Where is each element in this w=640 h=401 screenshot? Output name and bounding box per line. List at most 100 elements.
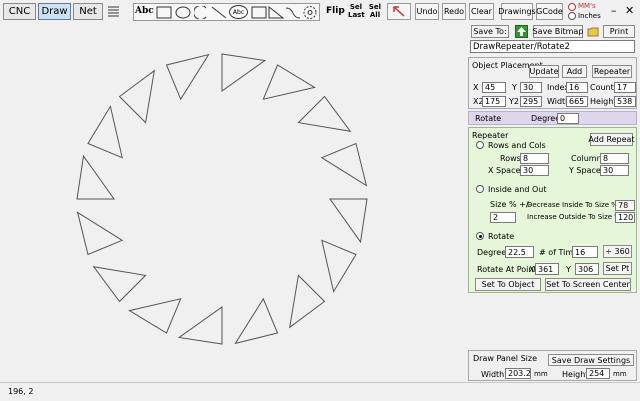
rotate-point-label: Rotate At Point	[477, 265, 537, 274]
y2-label: Y2	[509, 97, 519, 106]
select-last-button[interactable]: Sel Last	[348, 3, 365, 19]
triangle-shape[interactable]	[92, 266, 147, 303]
select-all-button[interactable]: Sel All	[367, 3, 383, 19]
clear-button[interactable]: Clear	[469, 3, 494, 20]
units-mm-radio[interactable]	[568, 3, 576, 11]
triangle-shape[interactable]	[297, 95, 352, 132]
draw-panel-size-group: Draw Panel Size Save Draw Settings Width…	[468, 350, 637, 381]
folder-icon[interactable]	[587, 25, 599, 38]
drawing-canvas[interactable]	[2, 22, 464, 382]
close-button[interactable]: ✕	[625, 4, 634, 17]
units-selector: MM's Inches	[567, 2, 607, 21]
height-field[interactable]: 538	[614, 96, 636, 107]
width-field[interactable]: 665	[566, 96, 588, 107]
repeater-title: Repeater	[472, 131, 509, 140]
count-label: Count	[590, 83, 614, 92]
up-arrow-icon[interactable]	[515, 25, 528, 38]
index-field[interactable]: 16	[566, 82, 588, 93]
divide-360-button[interactable]: ÷ 360	[603, 245, 632, 258]
increase-label: Increase Outside To Size %	[527, 213, 621, 221]
triangle-shape[interactable]	[221, 53, 267, 92]
pointer-tool-button[interactable]	[387, 3, 411, 20]
decrease-label: Decrease Inside To Size %	[527, 201, 618, 209]
panel-width-field[interactable]: 203.2	[505, 368, 531, 379]
triangle-shape[interactable]	[177, 306, 223, 345]
set-point-button[interactable]: Set Pt	[603, 262, 632, 275]
circle-text-tool-icon[interactable]: Abc	[229, 5, 248, 19]
triangle-shape[interactable]	[289, 274, 326, 329]
mode-tab-net[interactable]: Net	[73, 3, 103, 20]
count-field[interactable]: 17	[614, 82, 636, 93]
triangle-shape[interactable]	[118, 69, 155, 124]
times-field[interactable]: 16	[572, 246, 598, 258]
gcode-button[interactable]: GCode	[536, 3, 563, 20]
save-bitmap-button[interactable]: Save Bitmap	[533, 25, 583, 38]
units-inches-label: Inches	[578, 12, 601, 20]
mode-tab-cnc[interactable]: CNC	[3, 3, 36, 20]
y-field[interactable]: 30	[520, 82, 542, 93]
set-to-object-button[interactable]: Set To Object	[475, 278, 541, 291]
update-button[interactable]: Update	[529, 65, 559, 78]
units-inches-radio[interactable]	[568, 12, 576, 20]
columns-field[interactable]: 8	[600, 153, 629, 164]
x-spacer-field[interactable]: 30	[520, 165, 549, 176]
undo-button[interactable]: Undo	[415, 3, 439, 20]
save-to-button[interactable]: Save To:	[471, 25, 509, 38]
point-y-label: Y	[566, 265, 571, 274]
rows-field[interactable]: 8	[520, 153, 549, 164]
panel-width-unit: mm	[534, 370, 548, 378]
x2-field[interactable]: 175	[482, 96, 506, 107]
repeater-group: Repeater Add Repeat Rows and Cols Rows 8…	[468, 127, 637, 293]
triangle-shape[interactable]	[87, 105, 123, 159]
save-draw-settings-button[interactable]: Save Draw Settings	[548, 354, 634, 366]
rectangle-alt-tool-icon[interactable]	[251, 6, 267, 19]
menu-list-icon[interactable]	[106, 4, 121, 19]
flip-button[interactable]: Flip	[326, 6, 345, 16]
shape-tool-strip: Abc Abc	[133, 3, 320, 21]
triangle-shape[interactable]	[320, 142, 368, 187]
line-tool-icon[interactable]	[211, 6, 227, 19]
point-x-field[interactable]: 361	[535, 263, 559, 275]
canvas-surface[interactable]	[2, 22, 464, 382]
panel-height-field[interactable]: 254	[586, 368, 610, 379]
set-to-screen-center-button[interactable]: Set To Screen Center	[545, 278, 631, 291]
size-field[interactable]: 2	[490, 212, 516, 223]
point-y-field[interactable]: 306	[575, 263, 599, 275]
rotate-radio[interactable]	[476, 232, 484, 240]
triangle-shape[interactable]	[76, 211, 124, 256]
ellipse-tool-icon[interactable]	[175, 6, 191, 19]
text-tool-icon[interactable]: Abc	[135, 6, 154, 20]
triangle-tool-icon[interactable]	[268, 6, 284, 19]
x-field[interactable]: 45	[482, 82, 506, 93]
add-button[interactable]: Add	[562, 65, 587, 78]
triangle-shape[interactable]	[128, 298, 182, 334]
minimize-button[interactable]: –	[611, 4, 617, 17]
triangle-shape[interactable]	[234, 297, 279, 345]
x-label: X	[473, 83, 479, 92]
drawing-name-field[interactable]: DrawRepeater/Rotate2	[470, 40, 635, 53]
increase-field[interactable]: 120	[615, 212, 635, 223]
add-repeat-button[interactable]: Add Repeat	[588, 133, 635, 146]
triangle-shape[interactable]	[76, 154, 115, 200]
degrees-field[interactable]: 22.5	[505, 246, 534, 258]
decrease-field[interactable]: 78	[615, 200, 635, 211]
y-spacer-field[interactable]: 30	[600, 165, 629, 176]
print-button[interactable]: Print	[603, 25, 635, 38]
rows-cols-radio[interactable]	[476, 141, 484, 149]
repeater-button[interactable]: Repeater	[592, 65, 632, 78]
rectangle-tool-icon[interactable]	[156, 6, 172, 19]
arc-tool-icon[interactable]	[194, 6, 210, 19]
mode-tab-draw[interactable]: Draw	[38, 3, 71, 20]
gear-icon[interactable]	[302, 5, 318, 20]
drawings-button[interactable]: Drawings	[498, 3, 536, 20]
triangle-shape[interactable]	[262, 64, 316, 100]
inside-out-radio[interactable]	[476, 185, 484, 193]
triangle-shape[interactable]	[329, 198, 368, 244]
y2-field[interactable]: 295	[520, 96, 542, 107]
rotate-bar-label: Rotate	[475, 114, 502, 123]
triangle-shape[interactable]	[165, 53, 210, 101]
triangle-shape[interactable]	[321, 239, 357, 293]
redo-button[interactable]: Redo	[442, 3, 466, 20]
rotate-degrees-field[interactable]: 0	[557, 113, 579, 124]
curve-tool-icon[interactable]	[285, 6, 301, 19]
